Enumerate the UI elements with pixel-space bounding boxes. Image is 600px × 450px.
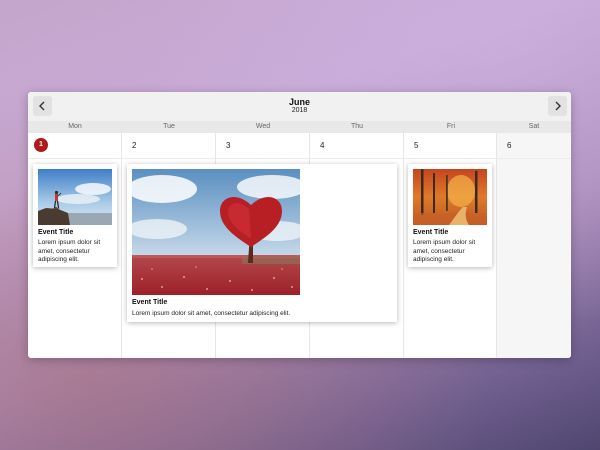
weekday-wed: Wed: [255, 123, 271, 130]
event-description: Lorem ipsum dolor sit amet, consectetur …: [132, 310, 291, 317]
event-title: Event Title: [413, 229, 449, 236]
date-5[interactable]: 5: [414, 141, 418, 150]
year-label: 2018: [291, 107, 308, 114]
event-description: Lorem ipsum dolor sit amet, consectetur …: [413, 239, 476, 263]
event-card-1[interactable]: Event Title Lorem ipsum dolor sit amet, …: [33, 164, 117, 267]
saturday-column: [497, 133, 571, 358]
event-title: Event Title: [132, 299, 168, 306]
weekday-sat: Sat: [528, 123, 540, 130]
column-divider: [403, 133, 404, 358]
date-3[interactable]: 3: [226, 141, 230, 150]
hiker-on-cliff-image: [38, 169, 112, 225]
event-description: Lorem ipsum dolor sit amet, consectetur …: [38, 239, 101, 263]
date-1-today[interactable]: 1: [34, 138, 48, 152]
date-6[interactable]: 6: [507, 141, 511, 150]
date-row-divider: [28, 158, 571, 159]
weekday-row: Mon Tue Wed Thu Fri Sat: [28, 121, 571, 133]
next-month-button[interactable]: [548, 96, 567, 116]
chevron-right-icon: [555, 101, 561, 111]
event-card-3[interactable]: Event Title Lorem ipsum dolor sit amet, …: [408, 164, 492, 267]
event-title: Event Title: [38, 229, 74, 236]
date-2[interactable]: 2: [132, 141, 136, 150]
weekday-mon: Mon: [68, 123, 82, 130]
month-label: June: [288, 97, 310, 107]
date-4[interactable]: 4: [320, 141, 324, 150]
weekday-fri: Fri: [446, 123, 456, 130]
autumn-forest-path-image: [413, 169, 487, 225]
column-divider: [496, 133, 497, 358]
weekday-tue: Tue: [163, 123, 175, 130]
weekday-thu: Thu: [350, 123, 364, 130]
event-card-2[interactable]: Event Title Lorem ipsum dolor sit amet, …: [127, 164, 397, 322]
calendar-widget: June 2018 Mon Tue Wed Thu Fri Sat 1 2 3 …: [28, 92, 571, 358]
column-divider: [121, 133, 122, 358]
calendar-header: June 2018: [28, 92, 571, 121]
heart-tree-field-image: [132, 169, 300, 295]
